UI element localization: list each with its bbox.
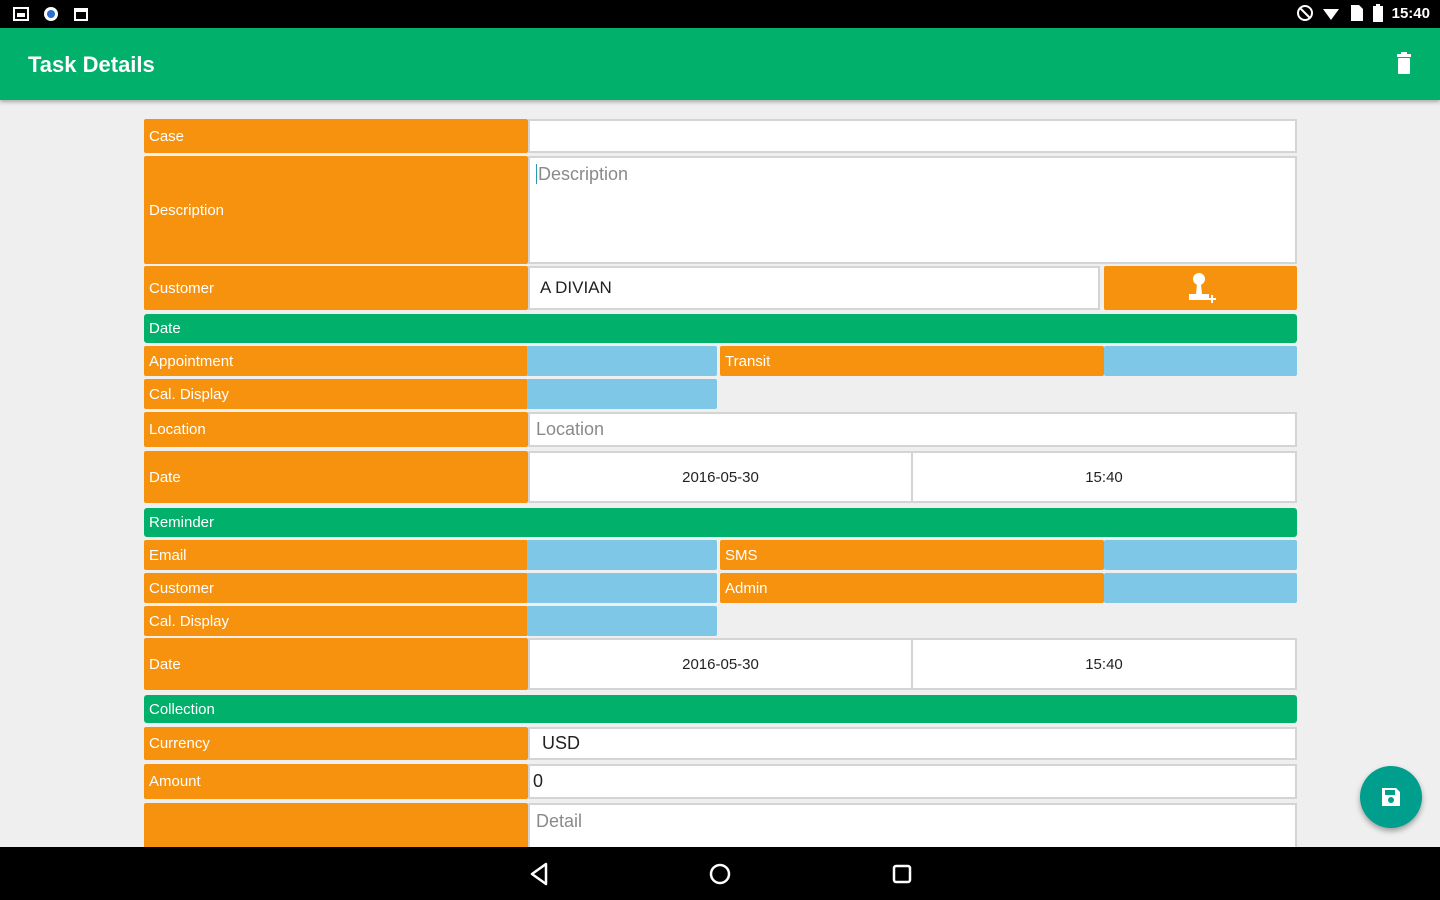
reminder-cal-display-label: Cal. Display xyxy=(144,606,528,636)
description-row: Description Description xyxy=(144,156,1297,264)
sms-toggle[interactable] xyxy=(1104,540,1297,570)
add-person-icon xyxy=(1188,273,1216,303)
description-placeholder: Description xyxy=(538,164,629,184)
detail-row: Detail xyxy=(144,803,1297,853)
location-placeholder: Location xyxy=(536,419,605,439)
admin-label: Admin xyxy=(720,573,1104,603)
location-label: Location xyxy=(144,412,528,447)
reminder-customer-toggle[interactable] xyxy=(527,573,717,603)
currency-row: Currency USD xyxy=(144,727,1297,760)
recent-apps-icon[interactable] xyxy=(888,860,916,888)
amount-row: Amount 0 xyxy=(144,764,1297,799)
do-not-disturb-icon xyxy=(1296,5,1313,21)
reminder-date-picker[interactable]: 2016-05-30 xyxy=(528,638,913,690)
reminder-section-header: Reminder xyxy=(144,508,1297,537)
reminder-date-row: Date 2016-05-30 15:40 xyxy=(144,638,1297,690)
battery-icon xyxy=(1372,4,1383,22)
description-input[interactable]: Description xyxy=(528,156,1297,264)
date-label: Date xyxy=(144,451,528,503)
reminder-customer-label: Customer xyxy=(144,573,528,603)
picture-notification-icon xyxy=(13,7,29,21)
reminder-cal-display-toggle[interactable] xyxy=(527,606,717,636)
save-button[interactable] xyxy=(1360,766,1422,828)
globe-notification-icon xyxy=(44,7,58,21)
trash-icon[interactable] xyxy=(1390,50,1418,78)
reminder-customer-row: Customer Admin xyxy=(144,573,1297,603)
case-row: Case xyxy=(144,119,1297,153)
transit-label: Transit xyxy=(720,346,1104,376)
page-title: Task Details xyxy=(28,52,155,77)
admin-toggle[interactable] xyxy=(1104,573,1297,603)
case-input[interactable] xyxy=(528,119,1297,153)
home-icon[interactable] xyxy=(706,860,734,888)
calendar-notification-icon xyxy=(74,8,88,21)
app-bar: Task Details xyxy=(0,28,1440,100)
location-input[interactable]: Location xyxy=(528,412,1297,447)
reminder-date-label: Date xyxy=(144,638,528,690)
detail-input[interactable]: Detail xyxy=(528,803,1297,853)
reminder-time-picker[interactable]: 15:40 xyxy=(911,638,1297,690)
detail-placeholder: Detail xyxy=(536,811,583,831)
email-label: Email xyxy=(144,540,528,570)
email-row: Email SMS xyxy=(144,540,1297,570)
date-picker[interactable]: 2016-05-30 xyxy=(528,451,913,503)
collection-section-header: Collection xyxy=(144,695,1297,723)
status-time: 15:40 xyxy=(1391,4,1430,22)
cal-display-toggle[interactable] xyxy=(527,379,717,409)
sim-icon xyxy=(1350,5,1363,21)
email-toggle[interactable] xyxy=(527,540,717,570)
currency-select[interactable]: USD xyxy=(528,727,1297,760)
description-label: Description xyxy=(144,156,528,264)
text-cursor xyxy=(536,164,537,184)
status-bar: 15:40 xyxy=(0,0,1440,28)
appointment-label: Appointment xyxy=(144,346,528,376)
detail-label xyxy=(144,803,528,853)
date-section-header: Date xyxy=(144,314,1297,343)
appointment-toggle[interactable] xyxy=(527,346,717,376)
back-icon[interactable] xyxy=(526,860,554,888)
customer-row: Customer A DIVIAN xyxy=(144,266,1297,310)
date-row: Date 2016-05-30 15:40 xyxy=(144,451,1297,503)
transit-toggle[interactable] xyxy=(1104,346,1297,376)
customer-input[interactable]: A DIVIAN xyxy=(528,266,1100,310)
appointment-row: Appointment Transit xyxy=(144,346,1297,376)
amount-input[interactable]: 0 xyxy=(528,764,1297,799)
location-row: Location Location xyxy=(144,412,1297,447)
wifi-icon xyxy=(1322,9,1339,20)
currency-label: Currency xyxy=(144,727,528,760)
add-customer-button[interactable] xyxy=(1104,266,1297,310)
amount-label: Amount xyxy=(144,764,528,799)
sms-label: SMS xyxy=(720,540,1104,570)
navigation-bar xyxy=(0,847,1440,900)
reminder-cal-display-row: Cal. Display xyxy=(144,606,1297,636)
customer-label: Customer xyxy=(144,266,528,310)
cal-display-row: Cal. Display xyxy=(144,379,1297,409)
case-label: Case xyxy=(144,119,528,153)
save-icon xyxy=(1382,788,1400,806)
time-picker[interactable]: 15:40 xyxy=(911,451,1297,503)
cal-display-label: Cal. Display xyxy=(144,379,528,409)
